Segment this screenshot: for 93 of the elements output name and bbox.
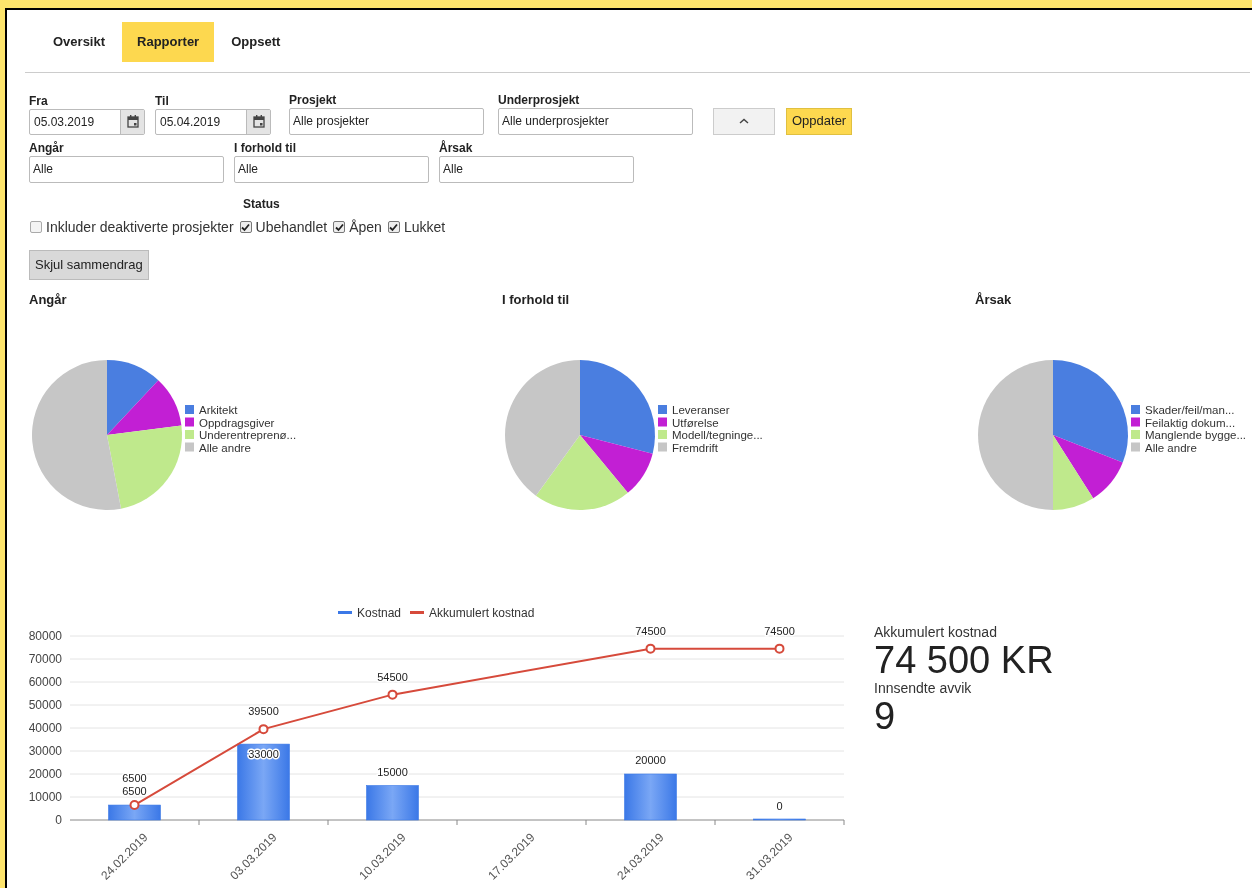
data-label: 39500 xyxy=(248,704,279,717)
bar xyxy=(624,773,677,820)
checkbox-label: Inkluder deaktiverte prosjekter xyxy=(46,217,234,237)
select-field[interactable]: Alle xyxy=(439,155,634,183)
chart-title: I forhold til xyxy=(502,290,571,309)
axis-tick-label: 80000 xyxy=(28,628,62,643)
chart-title: Angår xyxy=(29,290,68,309)
axis-tick-label: 40000 xyxy=(28,720,62,735)
legend-label: Fremdrift xyxy=(672,441,718,454)
data-label: 54500 xyxy=(377,670,408,683)
legend-swatch xyxy=(185,417,194,427)
checkbox-label: Ubehandlet xyxy=(255,217,328,237)
legend-label: Underentreprenø... xyxy=(199,429,297,441)
legend-label: Oppdragsgiver xyxy=(199,416,275,429)
legend-swatch xyxy=(658,442,667,452)
bar xyxy=(366,784,419,820)
legend-label: Alle andre xyxy=(199,441,251,454)
axis-tick-label: 20000 xyxy=(28,766,62,781)
checkbox[interactable] xyxy=(333,221,346,233)
data-label: 6500 xyxy=(122,784,147,797)
checkbox[interactable] xyxy=(239,221,252,233)
checkbox-label: Åpen xyxy=(349,217,382,237)
axis-tick-label: 30000 xyxy=(28,743,62,758)
data-point xyxy=(774,643,785,654)
select-field[interactable]: Alle prosjekter xyxy=(289,107,484,135)
select-field[interactable]: Alle underprosjekter xyxy=(498,107,693,135)
legend-label: Alle andre xyxy=(1145,441,1197,454)
data-point xyxy=(129,799,140,810)
checkbox[interactable] xyxy=(387,221,400,233)
legend-label: Utførelse xyxy=(672,416,719,429)
data-point xyxy=(258,723,269,734)
axis-tick-label: 60000 xyxy=(28,674,62,689)
axis-tick-label: 10000 xyxy=(28,789,62,804)
field-label: Fra xyxy=(29,93,49,108)
axis-tick-label: 0 xyxy=(55,812,62,827)
summary-button[interactable]: Skjul sammendrag xyxy=(29,249,149,280)
update-button[interactable]: Oppdater xyxy=(786,107,853,135)
tab[interactable]: Oversikt xyxy=(38,22,121,62)
checkbox-label: Lukket xyxy=(403,217,446,237)
calendar-icon[interactable] xyxy=(126,115,139,128)
data-label: 20000 xyxy=(635,753,666,766)
legend-label: Feilaktig dokum... xyxy=(1145,416,1236,429)
legend-swatch xyxy=(185,430,194,439)
data-point xyxy=(387,689,398,700)
legend-swatch xyxy=(185,442,194,452)
stat-value: 74 500 KR xyxy=(874,639,1054,680)
legend-swatch xyxy=(658,430,667,439)
legend-swatch xyxy=(1131,417,1140,427)
field-label: Angår xyxy=(29,140,65,155)
axis-tick-label: 70000 xyxy=(28,651,62,666)
field-label: I forhold til xyxy=(234,140,297,155)
legend-swatch xyxy=(338,610,352,614)
tab[interactable]: Oppsett xyxy=(216,22,296,62)
legend-swatch xyxy=(410,610,424,614)
legend-label: Akkumulert kostnad xyxy=(429,605,535,620)
legend-swatch xyxy=(1131,442,1140,452)
status-label: Status xyxy=(243,196,280,211)
legend-label: Arkitekt xyxy=(199,404,238,416)
tab[interactable]: Rapporter xyxy=(122,22,215,62)
legend-swatch xyxy=(1131,405,1140,414)
data-label: 6500 xyxy=(122,771,147,784)
date-field[interactable]: 05.04.2019 xyxy=(155,108,271,135)
field-label: Prosjekt xyxy=(289,92,338,107)
checkbox[interactable] xyxy=(30,221,42,233)
data-label: 33000 xyxy=(248,747,279,760)
legend-label: Skader/feil/man... xyxy=(1145,404,1235,416)
axis-tick-label: 50000 xyxy=(28,697,62,712)
legend-swatch xyxy=(658,417,667,427)
data-label: 74500 xyxy=(635,624,666,637)
legend-label: Kostnad xyxy=(357,605,402,620)
data-label: 74500 xyxy=(764,624,795,637)
date-field[interactable]: 05.03.2019 xyxy=(29,108,145,135)
stat-value: 9 xyxy=(874,695,897,736)
field-label: Underprosjekt xyxy=(498,92,581,107)
legend-label: Manglende bygge... xyxy=(1145,429,1247,441)
legend-label: Modell/tegninge... xyxy=(672,429,763,441)
select-field[interactable]: Alle xyxy=(234,155,429,183)
chart-title: Årsak xyxy=(975,290,1013,309)
legend-swatch xyxy=(658,405,667,414)
legend-swatch xyxy=(1131,430,1140,439)
legend-swatch xyxy=(185,405,194,414)
data-label: 15000 xyxy=(377,765,408,777)
data-label: 0 xyxy=(776,799,783,812)
chevron-up-icon xyxy=(739,118,749,124)
field-label: Årsak xyxy=(439,140,474,155)
field-label: Til xyxy=(155,93,170,108)
select-field[interactable]: Alle xyxy=(29,155,224,183)
stat-label: Innsendte avvik xyxy=(874,679,973,696)
stat-label: Akkumulert kostnad xyxy=(874,623,998,640)
legend-label: Leveranser xyxy=(672,404,730,416)
data-point xyxy=(645,643,656,654)
calendar-icon[interactable] xyxy=(252,115,265,128)
bar xyxy=(108,804,161,820)
